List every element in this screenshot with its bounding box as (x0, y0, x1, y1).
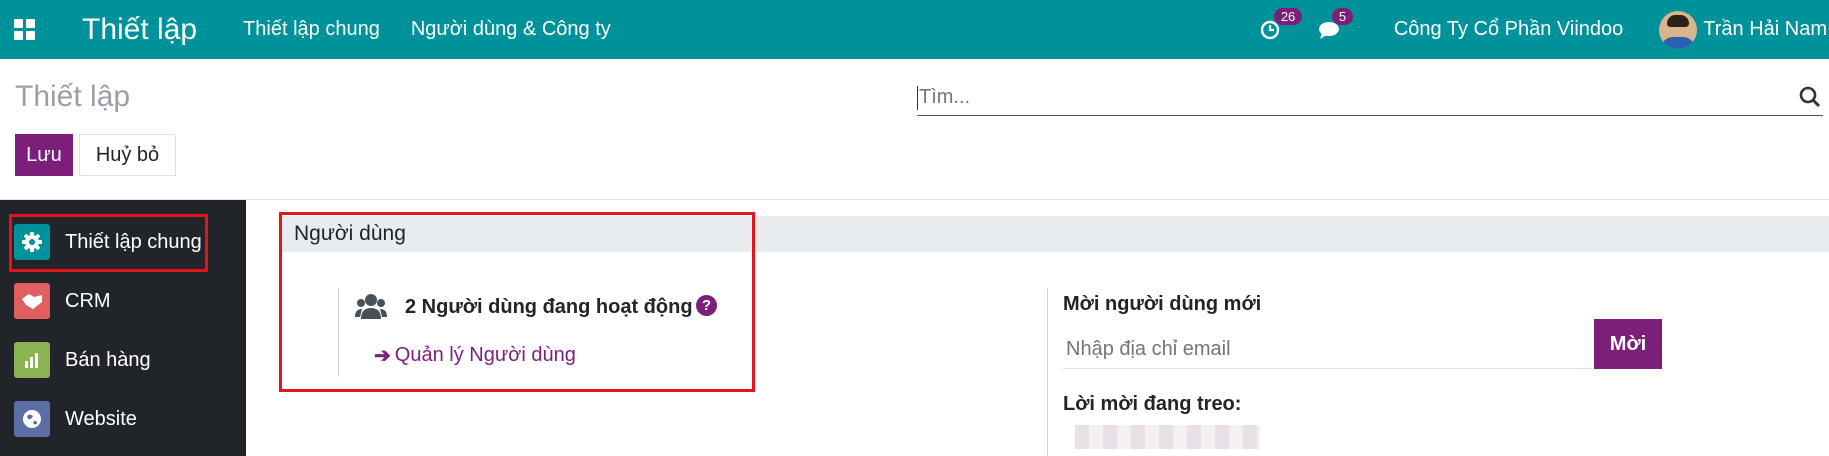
divider (0, 199, 1829, 200)
search-icon[interactable] (1799, 86, 1821, 108)
user-menu[interactable]: Trần Hải Nam (1659, 10, 1827, 49)
activity-count-badge: 26 (1273, 7, 1303, 25)
activity-button[interactable]: 26 (1260, 7, 1303, 40)
menu-users-companies[interactable]: Người dùng & Công ty (411, 18, 611, 41)
sidebar-item-label: Bán hàng (65, 348, 151, 371)
email-field[interactable] (1063, 331, 1593, 369)
user-name: Trần Hải Nam (1703, 18, 1827, 40)
search-input[interactable] (919, 86, 1823, 109)
pending-invitations-redacted (1075, 425, 1260, 449)
search-bar[interactable] (917, 80, 1823, 116)
divider (1047, 288, 1048, 456)
pending-invitations-label: Lời mời đang treo: (1063, 393, 1242, 415)
invite-button[interactable]: Mời (1594, 319, 1662, 369)
discard-button[interactable]: Huỷ bỏ (79, 134, 176, 176)
apps-grid-icon[interactable] (14, 18, 36, 41)
email-input[interactable] (1063, 338, 1593, 361)
sidebar-item-label: Website (65, 407, 137, 430)
company-switcher[interactable]: Công Ty Cổ Phần Viindoo (1394, 18, 1623, 41)
sidebar-item-sales[interactable]: Bán hàng (0, 335, 246, 385)
sidebar-item-crm[interactable]: CRM (0, 276, 246, 326)
invite-label: Mời người dùng mới (1063, 293, 1262, 315)
page-title: Thiết lập (15, 80, 131, 113)
avatar (1659, 10, 1698, 49)
chart-icon (14, 342, 50, 378)
app-title[interactable]: Thiết lập (82, 13, 197, 47)
highlight-box (9, 214, 208, 272)
sidebar-item-label: CRM (65, 289, 111, 312)
handshake-icon (14, 283, 50, 319)
menu-general-settings[interactable]: Thiết lập chung (243, 18, 380, 41)
sidebar-item-website[interactable]: Website (0, 394, 246, 444)
globe-icon (14, 401, 50, 437)
save-button[interactable]: Lưu (15, 134, 73, 176)
highlight-box (279, 212, 755, 392)
message-count-badge: 5 (1331, 7, 1354, 25)
messages-button[interactable]: 5 (1318, 7, 1354, 40)
top-navbar: Thiết lập Thiết lập chung Người dùng & C… (0, 0, 1829, 59)
